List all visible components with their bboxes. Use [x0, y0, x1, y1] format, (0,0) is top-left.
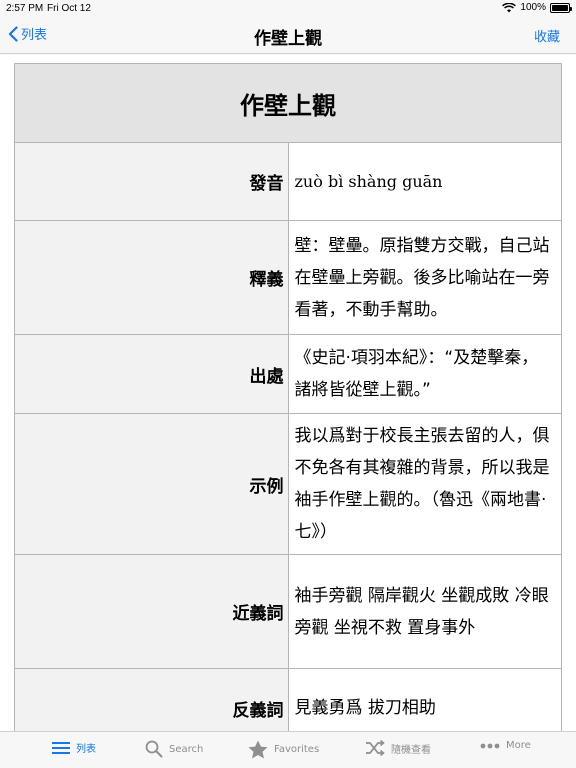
tab-search[interactable]: Search	[145, 740, 203, 758]
row-example: 示例 我以爲對于校長主張去留的人，俱不免各有其複雜的背景，所以我是袖手作壁上觀的…	[14, 413, 562, 555]
row-label: 出處	[14, 334, 289, 414]
row-label: 發音	[14, 142, 289, 221]
tab-list[interactable]: 列表	[52, 740, 96, 755]
row-value: 壁：壁壘。原指雙方交戰，自己站在壁壘上旁觀。後多比喻站在一旁看著，不動手幫助。	[287, 220, 562, 335]
tab-favorites[interactable]: Favorites	[248, 740, 319, 759]
tab-bar: 列表 Search Favorites 隨機查看 More	[0, 731, 576, 768]
row-value: 袖手旁觀 隔岸觀火 坐觀成敗 冷眼旁觀 坐視不救 置身事外	[287, 554, 562, 669]
entry-title: 作壁上觀	[14, 63, 562, 143]
battery-percent: 100%	[520, 2, 546, 13]
tab-random[interactable]: 隨機查看	[365, 740, 431, 756]
entry-content: 作壁上觀 發音 zuò bì shàng guān 釋義 壁：壁壘。原指雙方交戰…	[0, 55, 576, 748]
list-icon	[52, 741, 70, 754]
entry-table: 作壁上觀 發音 zuò bì shàng guān 釋義 壁：壁壘。原指雙方交戰…	[14, 63, 562, 748]
status-right: 100%	[502, 2, 572, 13]
row-value: 我以爲對于校長主張去留的人，俱不免各有其複雜的背景，所以我是袖手作壁上觀的。（魯…	[287, 413, 562, 555]
tab-label: Favorites	[274, 744, 320, 755]
row-synonyms: 近義詞 袖手旁觀 隔岸觀火 坐觀成敗 冷眼旁觀 坐視不救 置身事外	[14, 554, 562, 669]
search-icon	[145, 740, 163, 758]
row-label: 示例	[14, 413, 289, 555]
status-date: Fri Oct 12	[47, 3, 91, 14]
row-label: 釋義	[14, 220, 289, 335]
row-label: 近義詞	[14, 554, 289, 669]
row-meaning: 釋義 壁：壁壘。原指雙方交戰，自己站在壁壘上旁觀。後多比喻站在一旁看著，不動手幫…	[14, 220, 562, 335]
battery-icon	[550, 2, 572, 13]
tab-label: More	[506, 740, 531, 751]
tab-label: Search	[169, 743, 204, 755]
status-bar: 2:57 PM Fri Oct 12 100%	[0, 0, 576, 18]
more-icon	[480, 743, 500, 748]
favorite-button[interactable]: 收藏	[534, 26, 560, 45]
row-value: 《史記·項羽本紀》：“及楚擊秦，諸將皆從壁上觀。”	[287, 334, 562, 414]
row-pronunciation: 發音 zuò bì shàng guān	[14, 142, 562, 221]
navigation-bar: 列表 作壁上觀 收藏	[0, 18, 576, 54]
tab-label: 隨機查看	[391, 744, 431, 756]
page-title: 作壁上觀	[254, 29, 322, 49]
wifi-icon	[502, 2, 517, 12]
shuffle-icon	[366, 740, 385, 756]
tab-more[interactable]: More	[480, 740, 531, 751]
status-time: 2:57 PM	[6, 3, 44, 14]
row-source: 出處 《史記·項羽本紀》：“及楚擊秦，諸將皆從壁上觀。”	[14, 334, 562, 414]
star-icon	[248, 740, 268, 759]
row-value: zuò bì shàng guān	[287, 142, 562, 221]
tab-label: 列表	[76, 744, 96, 755]
